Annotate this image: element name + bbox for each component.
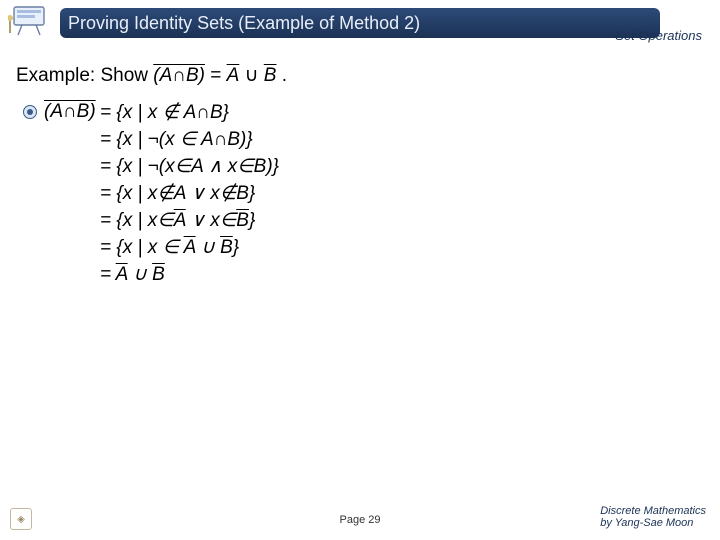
step-over: B (236, 210, 249, 231)
example-statement: Example: Show (A∩B) = A ∪ B . (16, 64, 704, 87)
credit-line: Discrete Mathematics (600, 505, 706, 518)
step-over: A (184, 237, 196, 258)
step-text: = {x | x∉A ∨ x∉B} (100, 183, 255, 204)
step-text: ∪ (128, 264, 152, 285)
credit-block: Discrete Mathematics by Yang-Sae Moon (600, 505, 706, 530)
step-over: B (152, 264, 165, 285)
proof-block: (A∩B) = {x | x ∉ A∩B} = {x | ¬(x ∈ A∩B)}… (16, 101, 704, 286)
step-text: ∪ (196, 237, 220, 258)
example-lhs: (A∩B) (153, 65, 205, 86)
proof-step: = {x | x ∉ A∩B} (100, 101, 279, 124)
footer: ◈ Page 29 Discrete Mathematics by Yang-S… (0, 506, 720, 534)
example-period: . (282, 65, 287, 86)
step-text: = {x | x∈ (100, 210, 174, 231)
example-rhs-a: A (227, 65, 240, 86)
credit-line: by Yang-Sae Moon (600, 517, 706, 530)
section-label: Set Operations (615, 28, 702, 43)
proof-step: = A ∪ B (100, 263, 279, 286)
step-text: = {x | x ∈ (100, 237, 184, 258)
step-text: } (233, 237, 239, 258)
proof-lhs-text: (A∩B) (44, 101, 96, 122)
step-text: = {x | ¬(x ∈ A∩B)} (100, 129, 253, 150)
proof-step: = {x | ¬(x ∈ A∩B)} (100, 128, 279, 151)
page-number: Page 29 (340, 514, 381, 526)
presentation-board-icon (6, 2, 54, 38)
step-text: = {x | x ∉ A∩B} (100, 102, 229, 123)
proof-steps: = {x | x ∉ A∩B} = {x | ¬(x ∈ A∩B)} = {x … (100, 101, 279, 286)
step-text: ∨ x∈ (186, 210, 237, 231)
example-rhs-b: B (264, 65, 277, 86)
seal-icon (16, 104, 44, 120)
step-over: A (174, 210, 186, 231)
slide-title: Proving Identity Sets (Example of Method… (68, 13, 420, 34)
example-cup: ∪ (245, 65, 264, 86)
step-text: = {x | ¬(x∈A ∧ x∈B)} (100, 156, 279, 177)
university-seal-icon: ◈ (10, 508, 32, 530)
step-text: } (249, 210, 255, 231)
proof-step: = {x | ¬(x∈A ∧ x∈B)} (100, 155, 279, 178)
proof-lhs: (A∩B) (44, 101, 100, 123)
example-eq: = (210, 65, 221, 86)
proof-step: = {x | x ∈ A ∪ B} (100, 236, 279, 259)
proof-step: = {x | x∈A ∨ x∈B} (100, 209, 279, 232)
title-bar: Proving Identity Sets (Example of Method… (60, 8, 660, 38)
example-prefix: Example: Show (16, 65, 153, 86)
proof-step: = {x | x∉A ∨ x∉B} (100, 182, 279, 205)
step-over: A (116, 264, 128, 285)
content-area: Example: Show (A∩B) = A ∪ B . (A∩B) = {x… (16, 58, 704, 498)
step-over: B (220, 237, 233, 258)
step-text: = (100, 264, 116, 285)
